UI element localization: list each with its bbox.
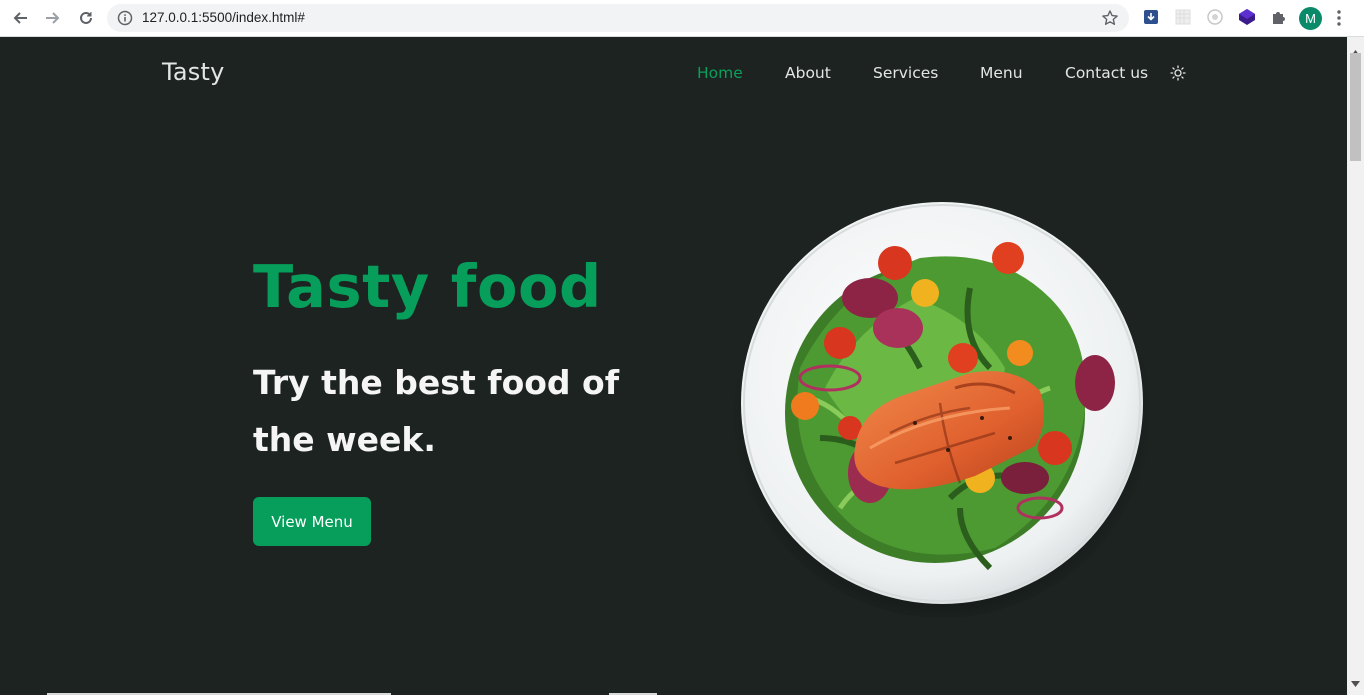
- puzzle-extension-icon[interactable]: [1270, 8, 1288, 26]
- page-scrollbar[interactable]: [1347, 37, 1364, 695]
- nav-link-about[interactable]: About: [785, 64, 831, 82]
- browser-toolbar: 127.0.0.1:5500/index.html# M: [0, 0, 1364, 37]
- scrollbar-thumb[interactable]: [1350, 53, 1361, 161]
- hero-subtitle: Try the best food of the week.: [253, 363, 620, 459]
- profile-avatar[interactable]: M: [1299, 7, 1322, 30]
- nav-link-contact[interactable]: Contact us: [1065, 64, 1148, 82]
- page-viewport: Tasty Home About Services Menu Contact u…: [0, 38, 1347, 695]
- site-logo[interactable]: Tasty: [162, 58, 225, 86]
- nav-link-home[interactable]: Home: [697, 64, 743, 82]
- kebab-menu-icon[interactable]: [1336, 9, 1342, 31]
- site-info-icon[interactable]: [117, 10, 133, 30]
- nav-link-menu[interactable]: Menu: [980, 64, 1023, 82]
- nav-link-services[interactable]: Services: [873, 64, 938, 82]
- purple-extension-icon[interactable]: [1238, 8, 1256, 26]
- forward-arrow-icon[interactable]: [41, 6, 65, 30]
- salmon-salad-plate-image: [720, 188, 1160, 628]
- reload-icon[interactable]: [74, 6, 98, 30]
- url-text[interactable]: 127.0.0.1:5500/index.html#: [142, 10, 305, 25]
- address-bar[interactable]: 127.0.0.1:5500/index.html#: [107, 4, 1129, 32]
- download-extension-icon[interactable]: [1142, 8, 1160, 26]
- scroll-down-arrow-icon[interactable]: [1351, 672, 1360, 691]
- view-menu-button[interactable]: View Menu: [253, 497, 371, 546]
- hero-title: Tasty food: [253, 252, 602, 321]
- sun-icon[interactable]: [1170, 65, 1186, 85]
- refresh-extension-icon[interactable]: [1206, 8, 1224, 26]
- bookmark-star-icon[interactable]: [1101, 9, 1119, 31]
- grid-extension-icon[interactable]: [1174, 8, 1192, 26]
- back-arrow-icon[interactable]: [8, 6, 32, 30]
